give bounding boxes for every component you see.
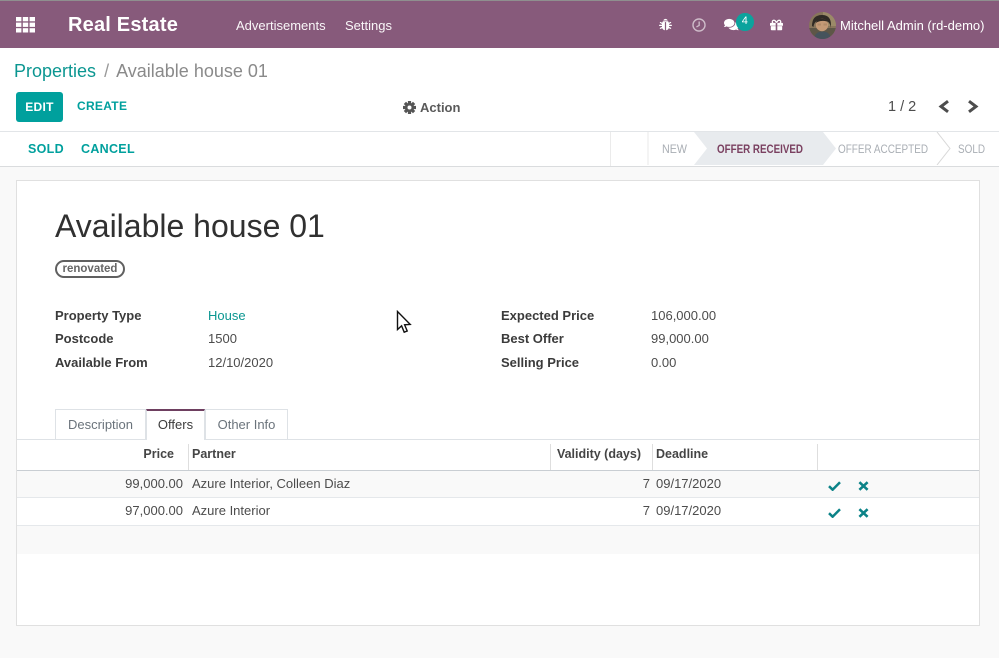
svg-text:NEW: NEW bbox=[662, 144, 687, 156]
svg-text:SOLD: SOLD bbox=[958, 144, 985, 156]
svg-text:OFFER RECEIVED: OFFER RECEIVED bbox=[717, 144, 803, 156]
svg-text:OFFER ACCEPTED: OFFER ACCEPTED bbox=[838, 144, 928, 156]
